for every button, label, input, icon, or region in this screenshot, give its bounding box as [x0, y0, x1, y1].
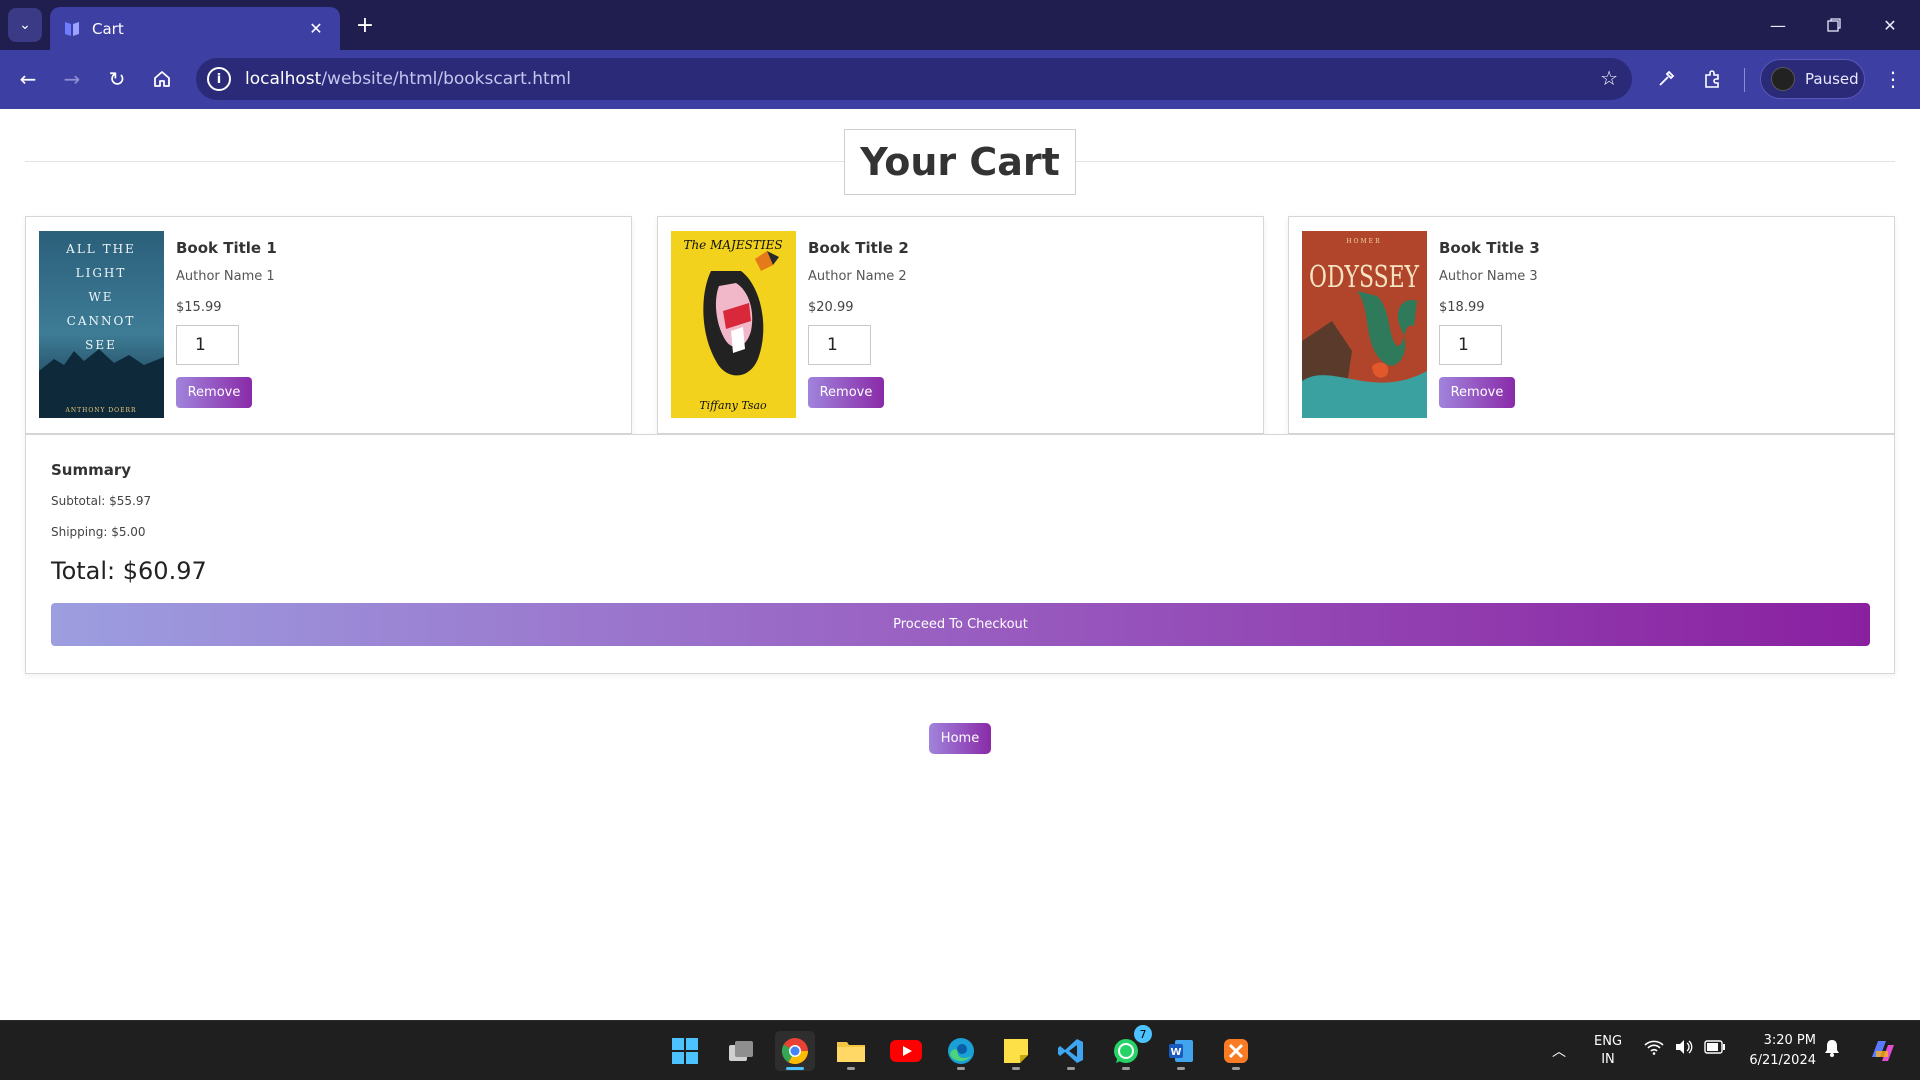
restore-icon [1827, 18, 1841, 32]
book-cover-image: HOMER ODYSSEY [1302, 231, 1427, 418]
cart-item: ALL THE LIGHT WE CANNOT SEE ANTHONY DOER… [25, 216, 632, 434]
language-indicator[interactable]: ENG IN [1594, 1033, 1622, 1069]
svg-text:The MAJESTIES: The MAJESTIES [683, 238, 782, 252]
profile-status: Paused [1805, 70, 1859, 88]
url-text: localhost/website/html/bookscart.html [245, 69, 571, 89]
tab-search-button[interactable]: ⌄ [8, 8, 42, 42]
sticky-notes-icon[interactable] [996, 1031, 1036, 1071]
book-cover-image: The MAJESTIES Tiffany Tsao [671, 231, 796, 418]
new-tab-button[interactable]: + [352, 12, 378, 38]
page-title: Your Cart [844, 129, 1076, 195]
svg-text:WE: WE [88, 290, 113, 304]
file-explorer-icon[interactable] [831, 1031, 871, 1071]
book-cover-image: ALL THE LIGHT WE CANNOT SEE ANTHONY DOER… [39, 231, 164, 418]
shipping-text: Shipping: $5.00 [51, 525, 146, 539]
taskbar: 7 W ︿ ENG IN 3:20 PM 6/21/2024 [0, 1020, 1920, 1080]
task-view-icon[interactable] [721, 1031, 761, 1071]
restore-button[interactable] [1814, 10, 1854, 40]
cart-item: The MAJESTIES Tiffany Tsao Book Title 2 … [657, 216, 1264, 434]
book-price: $20.99 [808, 300, 854, 315]
wifi-icon[interactable] [1644, 1039, 1664, 1059]
site-info-icon[interactable]: i [207, 67, 231, 91]
book-author: Author Name 1 [176, 269, 275, 284]
svg-text:ODYSSEY: ODYSSEY [1309, 260, 1420, 295]
close-window-button[interactable]: ✕ [1870, 10, 1910, 40]
tab-cart[interactable]: Cart ✕ [50, 7, 340, 50]
extensions-icon[interactable] [1695, 62, 1729, 96]
book-title: Book Title 2 [808, 239, 909, 257]
address-bar[interactable]: i localhost/website/html/bookscart.html … [196, 58, 1632, 100]
close-tab-icon[interactable]: ✕ [304, 19, 328, 38]
forward-button[interactable]: → [55, 62, 89, 96]
arrow-right-icon: → [63, 67, 81, 91]
arrow-left-icon: ← [19, 67, 37, 91]
book-icon [65, 21, 79, 36]
cart-item: HOMER ODYSSEY Book Title 3 Author Name 3… [1288, 216, 1895, 434]
start-icon[interactable] [665, 1031, 705, 1071]
svg-text:ALL THE: ALL THE [65, 242, 136, 256]
total-text: Total: $60.97 [51, 557, 207, 585]
reload-icon: ↻ [108, 67, 126, 91]
quantity-input[interactable]: 1 [1439, 325, 1502, 365]
book-price: $15.99 [176, 300, 222, 315]
xampp-icon[interactable] [1216, 1031, 1256, 1071]
profile-button[interactable]: Paused [1760, 59, 1865, 99]
notification-badge: 7 [1134, 1025, 1152, 1043]
svg-text:CANNOT: CANNOT [67, 314, 136, 328]
notification-bell-icon[interactable] [1824, 1039, 1840, 1061]
eyedropper-icon[interactable] [1649, 62, 1683, 96]
cart-item-details: Book Title 2 Author Name 2 $20.99 1 Remo… [808, 239, 909, 408]
svg-text:HOMER: HOMER [1346, 238, 1381, 245]
book-price: $18.99 [1439, 300, 1485, 315]
copilot-icon[interactable] [1862, 1031, 1902, 1071]
quantity-input[interactable]: 1 [176, 325, 239, 365]
word-icon[interactable]: W [1161, 1031, 1201, 1071]
page-content: Your Cart ALL THE LIGHT WE CANNOT SEE AN… [0, 109, 1920, 1020]
kebab-menu-icon[interactable]: ⋮ [1876, 62, 1910, 96]
remove-button[interactable]: Remove [1439, 377, 1515, 408]
home-page-button[interactable] [145, 62, 179, 96]
quantity-input[interactable]: 1 [808, 325, 871, 365]
book-title: Book Title 1 [176, 239, 277, 257]
svg-text:SEE: SEE [85, 338, 117, 352]
summary-heading: Summary [51, 461, 132, 479]
tab-title: Cart [92, 19, 124, 38]
book-author: Author Name 3 [1439, 269, 1538, 284]
avatar [1771, 67, 1795, 91]
cart-item-details: Book Title 3 Author Name 3 $18.99 1 Remo… [1439, 239, 1540, 408]
subtotal-text: Subtotal: $55.97 [51, 494, 152, 508]
cart-item-details: Book Title 1 Author Name 1 $15.99 1 Remo… [176, 239, 277, 408]
browser-tab-strip: ⌄ Cart ✕ + — ✕ [0, 0, 1920, 50]
house-icon [154, 71, 170, 87]
book-title: Book Title 3 [1439, 239, 1540, 257]
svg-text:Tiffany Tsao: Tiffany Tsao [699, 399, 767, 412]
back-button[interactable]: ← [11, 62, 45, 96]
battery-icon[interactable] [1704, 1039, 1726, 1058]
star-icon[interactable]: ☆ [1600, 66, 1618, 90]
svg-text:LIGHT: LIGHT [76, 266, 127, 280]
toolbar-divider [1744, 68, 1745, 92]
remove-button[interactable]: Remove [808, 377, 884, 408]
chevron-down-icon: ⌄ [19, 17, 31, 33]
order-summary: Summary Subtotal: $55.97 Shipping: $5.00… [25, 434, 1895, 674]
reload-button[interactable]: ↻ [100, 62, 134, 96]
chrome-icon[interactable] [775, 1031, 815, 1071]
svg-text:ANTHONY DOERR: ANTHONY DOERR [65, 407, 137, 414]
browser-toolbar: ← → ↻ i localhost/website/html/bookscart… [0, 50, 1920, 109]
chevron-up-icon[interactable]: ︿ [1552, 1041, 1566, 1061]
system-clock[interactable]: 3:20 PM 6/21/2024 [1740, 1031, 1816, 1071]
remove-button[interactable]: Remove [176, 377, 252, 408]
vscode-icon[interactable] [1051, 1031, 1091, 1071]
svg-text:W: W [1170, 1047, 1181, 1058]
book-author: Author Name 2 [808, 269, 907, 284]
youtube-icon[interactable] [886, 1031, 926, 1071]
home-button[interactable]: Home [929, 723, 991, 754]
minimize-button[interactable]: — [1758, 10, 1798, 40]
checkout-button[interactable]: Proceed To Checkout [51, 603, 1870, 646]
whatsapp-icon[interactable]: 7 [1106, 1025, 1152, 1071]
edge-icon[interactable] [941, 1031, 981, 1071]
volume-icon[interactable] [1674, 1039, 1694, 1059]
